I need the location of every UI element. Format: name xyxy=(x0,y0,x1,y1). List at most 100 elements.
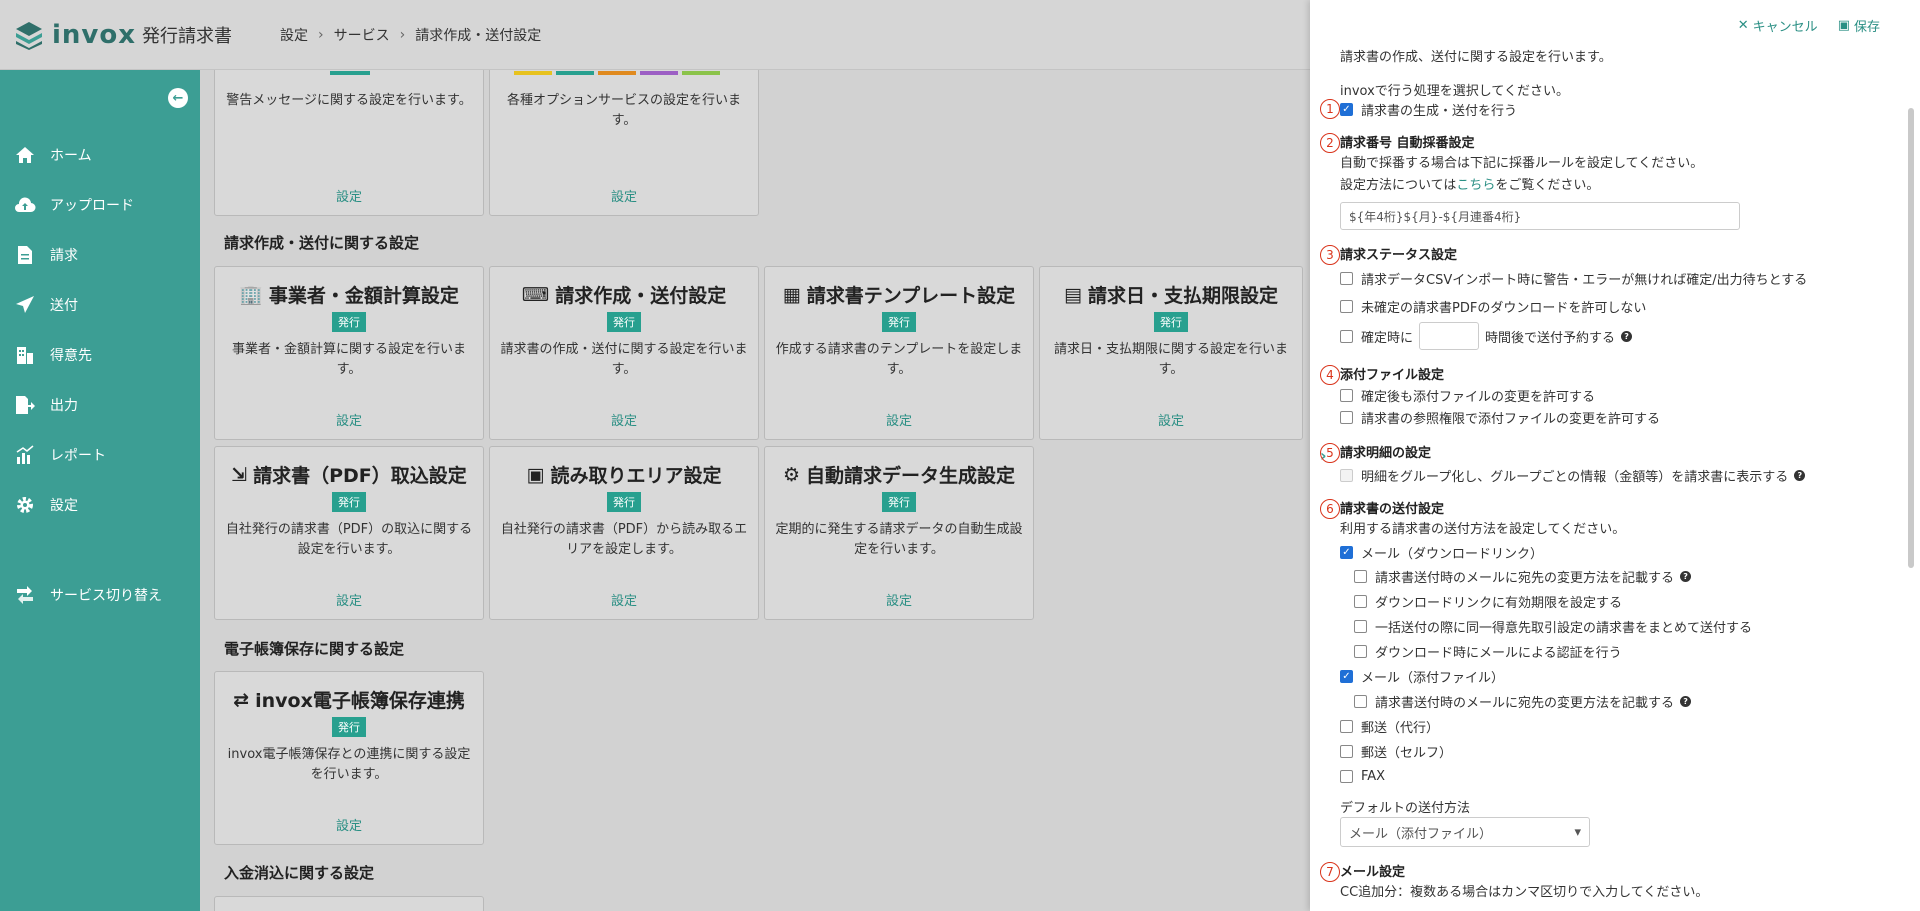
card-settings-link[interactable]: 設定 xyxy=(1040,410,1302,429)
hours-input[interactable] xyxy=(1419,322,1480,350)
cancel-button[interactable]: ✕ キャンセル xyxy=(1738,16,1818,35)
panel-actions: ✕ キャンセル ▣ 保存 xyxy=(1738,16,1880,35)
card-settings-link[interactable]: 設定 xyxy=(215,590,483,609)
inbox-icon: ⌨ xyxy=(521,283,550,306)
checkbox[interactable] xyxy=(1354,570,1367,583)
fax-option[interactable]: FAX xyxy=(1340,764,1880,789)
post-self-option[interactable]: 郵送（セルフ） xyxy=(1340,739,1880,764)
logo-stack-icon xyxy=(16,21,42,50)
pdf-download-option[interactable]: 未確定の請求書PDFのダウンロードを許可しない xyxy=(1340,292,1880,320)
sidebar-item-label: レポート xyxy=(50,448,106,464)
grid-icon: ▦ xyxy=(782,283,801,306)
generate-send-option[interactable]: ✓ 請求書の生成・送付を行う xyxy=(1340,98,1880,120)
gear-icon: ⚙ xyxy=(782,463,801,486)
mail-dl-sub-option-2[interactable]: ダウンロードリンクに有効期限を設定する xyxy=(1340,589,1880,614)
card-settings-link[interactable]: 設定 xyxy=(765,590,1033,609)
checkbox[interactable] xyxy=(1340,388,1353,402)
checkbox[interactable] xyxy=(1340,329,1353,343)
mail-dl-sub-option-1[interactable]: 請求書送付時のメールに宛先の変更方法を記載する? xyxy=(1340,564,1880,589)
card-settings-link[interactable]: 設定 xyxy=(490,590,758,609)
sidebar-item-report[interactable]: レポート xyxy=(0,430,200,480)
card-title: ⇲ 請求書（PDF）取込設定 xyxy=(215,461,483,488)
panel-scrollbar[interactable] xyxy=(1908,108,1914,568)
logo-text: invox xyxy=(52,19,137,50)
logo[interactable]: invox 発行請求書 xyxy=(14,20,280,50)
card-title-text: 請求書テンプレート設定 xyxy=(806,285,1016,307)
sidebar-item-upload[interactable]: アップロード xyxy=(0,180,200,230)
mail-att-sub-option-1[interactable]: 請求書送付時のメールに宛先の変更方法を記載する? xyxy=(1340,689,1880,714)
section-heading: 請求明細の設定 xyxy=(1340,446,1432,461)
switch-arrows-icon xyxy=(14,584,36,606)
document-icon xyxy=(14,244,36,266)
card-settings-link[interactable]: 設定 xyxy=(215,815,483,834)
help-icon[interactable]: ? xyxy=(1794,469,1806,481)
sidebar-item-settings[interactable]: 設定 xyxy=(0,480,200,530)
card-settings-link[interactable]: 設定 xyxy=(490,410,758,429)
option-label: 郵送（代行） xyxy=(1361,721,1440,736)
card-settings-link[interactable]: 設定 xyxy=(215,410,483,429)
option-label: 時間後で送付予約する xyxy=(1485,330,1616,346)
checkbox[interactable] xyxy=(1340,271,1353,285)
numbering-rule-input[interactable]: ${年4桁}${月}-${月連番4桁} xyxy=(1340,202,1740,230)
panel-intro: 請求書の作成、送付に関する設定を行います。 xyxy=(1340,50,1612,65)
checkbox[interactable] xyxy=(1340,299,1353,313)
section-heading: 請求ステータス設定 xyxy=(1340,248,1458,263)
sidebar-item-customer[interactable]: 得意先 xyxy=(0,330,200,380)
checkbox-checked[interactable]: ✓ xyxy=(1340,545,1353,559)
save-button[interactable]: ▣ 保存 xyxy=(1838,16,1880,35)
card-desc: 定期的に発生する請求データの自動生成設定を行います。 xyxy=(775,522,1023,557)
section-desc: 自動で採番する場合は下記に採番ルールを設定してください。 xyxy=(1340,156,1704,171)
sidebar-collapse-button[interactable]: ← xyxy=(168,88,188,108)
sidebar-item-invoice[interactable]: 請求 xyxy=(0,230,200,280)
mail-download-option[interactable]: ✓ メール（ダウンロードリンク） xyxy=(1340,540,1880,564)
post-agent-option[interactable]: 郵送（代行） xyxy=(1340,714,1880,739)
card-desc: 請求書の作成・送付に関する設定を行います。 xyxy=(500,342,748,377)
cloud-upload-icon xyxy=(14,194,36,216)
help-link[interactable]: こちら xyxy=(1456,178,1495,193)
mail-dl-sub-option-4[interactable]: ダウンロード時にメールによる認証を行う xyxy=(1340,639,1880,664)
sidebar-item-export[interactable]: 出力 xyxy=(0,380,200,430)
checkbox[interactable] xyxy=(1354,695,1367,708)
attach-after-confirm-option[interactable]: 確定後も添付ファイルの変更を許可する xyxy=(1340,384,1880,406)
schedule-send-option[interactable]: 確定時に 時間後で送付予約する? xyxy=(1340,320,1880,352)
checkbox[interactable] xyxy=(1340,410,1353,424)
main-content: 警告メッセージに関する設定を行います。 設定 各種オプションサービスの設定を行い… xyxy=(200,70,1310,911)
checkbox-disabled[interactable] xyxy=(1340,468,1353,482)
sidebar-item-send[interactable]: 送付 xyxy=(0,280,200,330)
sidebar-item-label: 請求 xyxy=(50,248,78,264)
attach-permission-option[interactable]: 請求書の参照権限で添付ファイルの変更を許可する xyxy=(1340,406,1880,428)
group-detail-option[interactable]: 明細をグループ化し、グループごとの情報（金額等）を請求書に表示する? xyxy=(1340,462,1880,488)
checkbox[interactable] xyxy=(1340,770,1353,783)
checkbox-checked[interactable]: ✓ xyxy=(1340,102,1353,116)
ebook-link-card: ⇄ invox電子帳簿保存連携 発行 invox電子帳簿保存との連携に関する設定を… xyxy=(214,671,484,845)
option-settings-card: 各種オプションサービスの設定を行います。 設定 xyxy=(489,70,759,216)
card-settings-link[interactable]: 設定 xyxy=(765,410,1033,429)
settings-panel: › ✕ キャンセル ▣ 保存 請求書の作成、送付に関する設定を行います。 invox… xyxy=(1310,0,1920,911)
mail-dl-sub-option-3[interactable]: 一括送付の際に同一得意先取引設定の請求書をまとめて送付する xyxy=(1340,614,1880,639)
desc-text: をご覧ください。 xyxy=(1495,178,1600,193)
help-icon[interactable]: ? xyxy=(1680,696,1692,707)
card-settings-link[interactable]: 設定 xyxy=(215,186,483,205)
card-desc: 作成する請求書のテンプレートを設定します。 xyxy=(775,342,1023,377)
checkbox-checked[interactable]: ✓ xyxy=(1340,670,1353,683)
checkbox[interactable] xyxy=(1354,595,1367,608)
csv-status-option[interactable]: 請求データCSVインポート時に警告・エラーが無ければ確定/出力待ちとする xyxy=(1340,264,1880,292)
checkbox[interactable] xyxy=(1354,645,1367,658)
breadcrumb-settings[interactable]: 設定 xyxy=(280,25,308,45)
service-switch-row[interactable]: サービス切り替え xyxy=(0,570,200,620)
default-method-select[interactable]: メール（添付ファイル） ▾ xyxy=(1340,817,1590,847)
sidebar-item-service-switch[interactable]: サービス切り替え xyxy=(0,570,200,620)
help-icon[interactable]: ? xyxy=(1680,571,1692,582)
card-settings-link[interactable]: 設定 xyxy=(490,186,758,205)
breadcrumb-service[interactable]: サービス xyxy=(334,25,390,45)
checkbox[interactable] xyxy=(1354,620,1367,633)
help-icon[interactable]: ? xyxy=(1621,330,1633,342)
mail-attach-option[interactable]: ✓ メール（添付ファイル） xyxy=(1340,664,1880,689)
sidebar: ← ホーム アップロード 請求 送付 得意先 出力 レポート 設定 サービス切り… xyxy=(0,70,200,911)
sidebar-item-home[interactable]: ホーム xyxy=(0,130,200,180)
option-label: ダウンロードリンクに有効期限を設定する xyxy=(1375,596,1623,611)
home-icon xyxy=(14,144,36,166)
checkbox[interactable] xyxy=(1340,720,1353,733)
checkbox[interactable] xyxy=(1340,745,1353,758)
color-bar xyxy=(682,71,720,75)
